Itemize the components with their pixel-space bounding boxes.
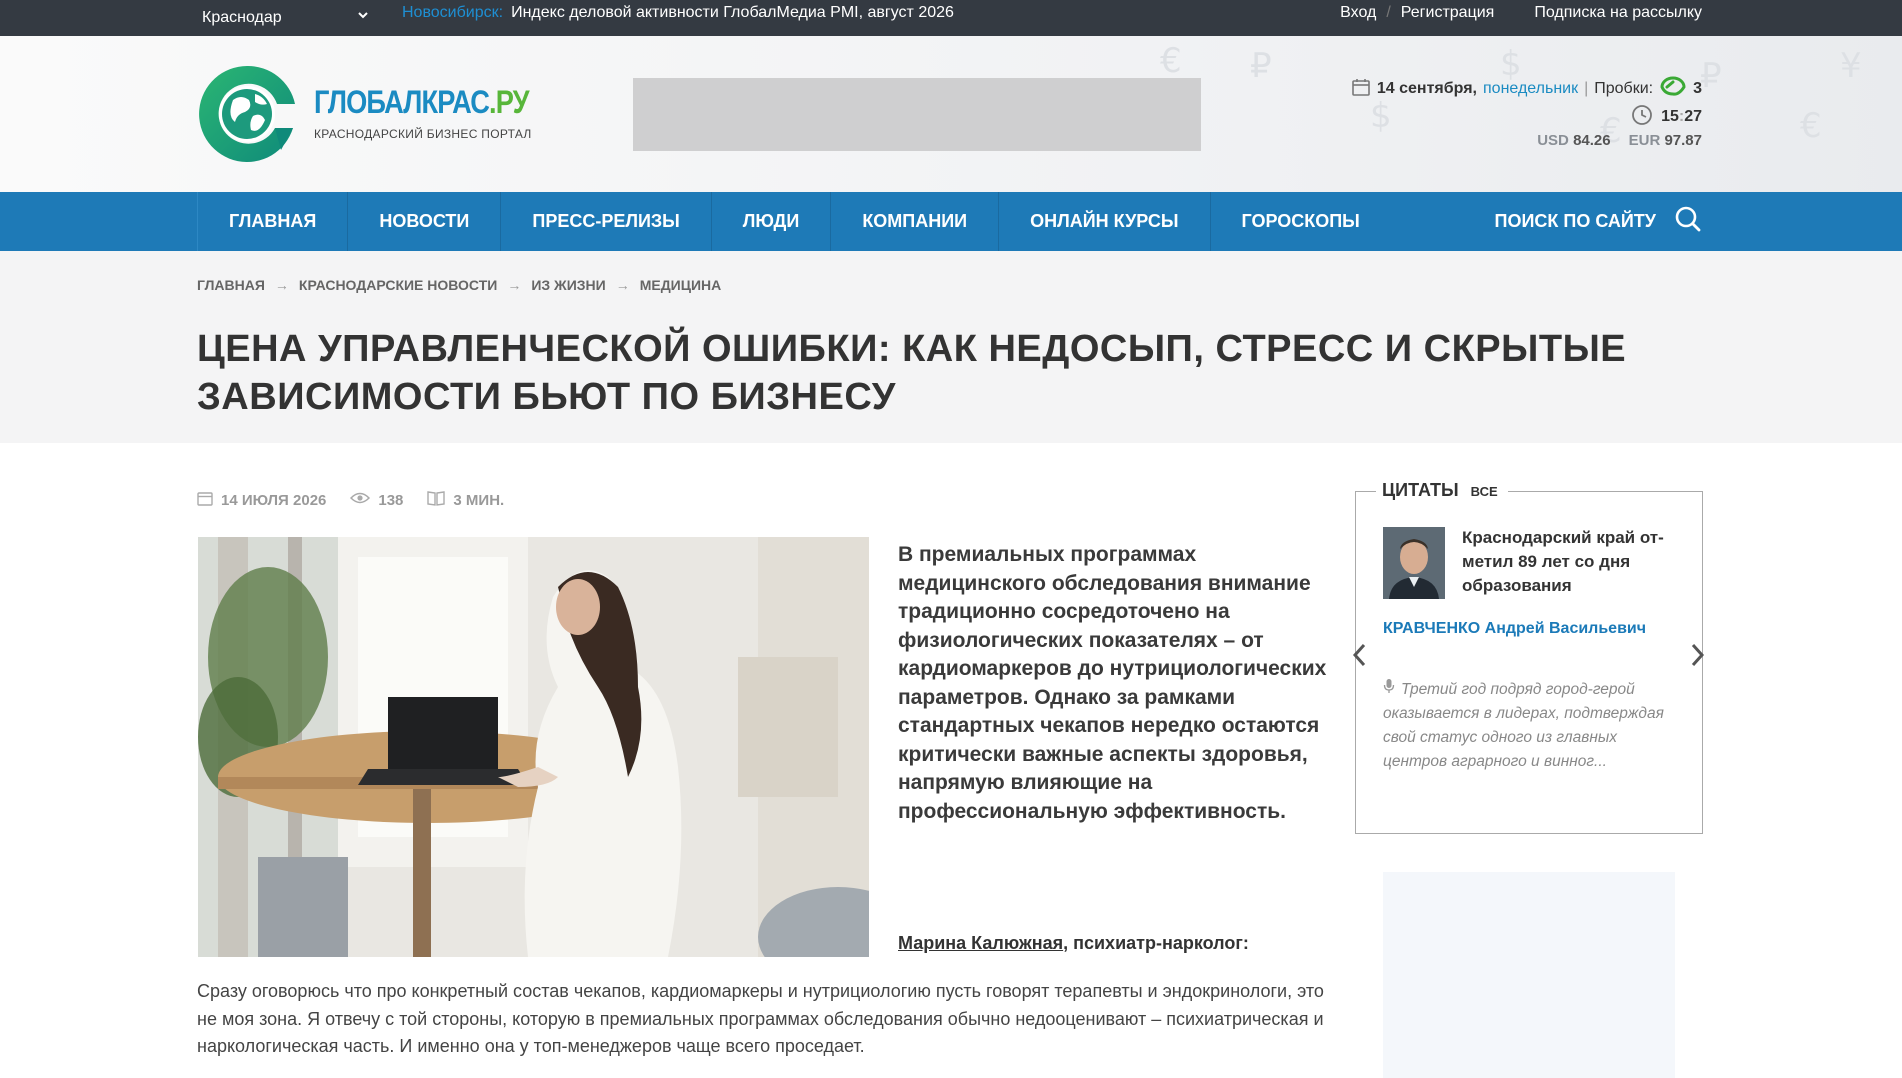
date-text: 14 ИЮЛЯ 2026 [221, 491, 327, 509]
sidebar-ad-placeholder[interactable] [1383, 872, 1675, 1078]
ticker-source: Новосибирск: [402, 4, 504, 21]
city-label: Краснодар [202, 9, 282, 26]
nav-item-news[interactable]: НОВОСТИ [347, 192, 500, 251]
search-icon [1674, 205, 1702, 238]
traffic-icon[interactable] [1659, 76, 1687, 103]
breadcrumb-medicine[interactable]: МЕДИЦИНА [640, 277, 722, 293]
logo-text[interactable]: ГЛОБАЛКРАС.РУ КРАСНОДАРСКИЙ БИЗНЕС ПОРТА… [314, 84, 567, 141]
eur-value: 97.87 [1664, 132, 1702, 149]
currency-bg-decoration: ¥ [1840, 46, 1862, 86]
city-selector[interactable]: Краснодар [202, 0, 368, 36]
quotes-all-link[interactable]: ВСЕ [1471, 484, 1498, 499]
quotes-header: ЦИТАТЫ ВСЕ [1376, 480, 1508, 501]
time-hours: 15 [1661, 108, 1679, 125]
breadcrumb-krasnodar-news[interactable]: КРАСНОДАРСКИЕ НОВОСТИ [299, 277, 497, 293]
usd-label: USD [1537, 132, 1569, 149]
day-of-week: понедельник [1483, 80, 1579, 97]
site-search-button[interactable]: ПОИСК ПО САЙТУ [1495, 192, 1702, 251]
quote-excerpt: Третий год подряд город-герой оказываетс… [1383, 678, 1678, 774]
search-label: ПОИСК ПО САЙТУ [1494, 211, 1656, 231]
currency-bg-decoration: ₽ [1700, 56, 1722, 96]
currency-bg-decoration: ₽ [1250, 46, 1272, 86]
brand-name: ГЛОБАЛКРАС.РУ [314, 84, 530, 121]
quote-excerpt-text: Третий год подряд город-герой оказываетс… [1383, 681, 1664, 770]
article-author: Марина Калюжная, психиатр-нарколог: [898, 933, 1249, 954]
quote-text[interactable]: Краснодарский край от­метил 89 лет со дн… [1462, 526, 1687, 598]
breadcrumb: ГЛАВНАЯ → КРАСНОДАРСКИЕ НОВОСТИ → ИЗ ЖИЗ… [197, 277, 721, 293]
arrow-right-icon: → [507, 277, 522, 293]
chevron-down-icon [357, 4, 369, 30]
ad-banner-placeholder[interactable] [633, 78, 1201, 151]
calendar-icon [197, 490, 213, 510]
clock-icon [1631, 104, 1653, 131]
separator: / [1386, 4, 1391, 21]
nav-item-horoscopes[interactable]: ГОРОСКОПЫ [1209, 192, 1391, 251]
time-minutes: 27 [1684, 108, 1702, 125]
arrow-right-icon: → [615, 277, 630, 293]
author-name-link[interactable]: Марина Калюжная [898, 933, 1063, 953]
breadcrumb-from-life[interactable]: ИЗ ЖИЗНИ [531, 277, 605, 293]
usd-value: 84.26 [1573, 132, 1611, 149]
usd-rate: USD 84.26 [1537, 132, 1610, 154]
currency-bg-decoration: € [1800, 106, 1822, 146]
ticker-text: Индекс деловой активности ГлобалМедиа PM… [511, 4, 954, 21]
chevron-right-icon[interactable] [1687, 640, 1707, 677]
read-time-text: 3 МИН. [453, 491, 505, 509]
article-image [198, 537, 869, 957]
nav-item-people[interactable]: ЛЮДИ [710, 192, 831, 251]
traffic-value: 3 [1693, 80, 1702, 97]
nav-item-home[interactable]: ГЛАВНАЯ [197, 192, 347, 251]
site-header: ₽ $ $ € ₽ € ¥ € ГЛОБАЛКРАС.РУ КРАСНОДАРС… [0, 36, 1902, 192]
currency-bg-decoration: € [1160, 41, 1182, 81]
site-logo[interactable] [197, 64, 297, 164]
arrow-right-icon: → [274, 277, 289, 293]
current-time: 15:27 [1661, 108, 1702, 125]
account-links: Вход / Регистрация Подписка на рассылку [1340, 0, 1702, 26]
quote-person-link[interactable]: КРАВЧЕНКО Андрей Васильевич [1383, 620, 1646, 638]
eur-rate: EUR 97.87 [1629, 132, 1702, 154]
nav-item-press-releases[interactable]: ПРЕСС-РЕЛИЗЫ [500, 192, 710, 251]
eur-label: EUR [1628, 132, 1661, 149]
article-date: 14 ИЮЛЯ 2026 [197, 490, 326, 510]
article-header: ГЛАВНАЯ → КРАСНОДАРСКИЕ НОВОСТИ → ИЗ ЖИЗ… [0, 251, 1902, 443]
breadcrumb-home[interactable]: ГЛАВНАЯ [197, 277, 265, 293]
article-read-time: 3 МИН. [427, 490, 504, 510]
main-nav: ГЛАВНАЯ НОВОСТИ ПРЕСС-РЕЛИЗЫ ЛЮДИ КОМПАН… [0, 192, 1902, 251]
globe-logo-icon [199, 65, 295, 162]
nav-item-companies[interactable]: КОМПАНИИ [830, 192, 998, 251]
news-ticker[interactable]: Новосибирск: Индекс деловой активности Гл… [402, 0, 954, 26]
subscribe-link[interactable]: Подписка на рассылку [1534, 0, 1702, 26]
eye-icon [350, 491, 371, 509]
brand-tagline: КРАСНОДАРСКИЙ БИЗНЕС ПОРТАЛ [314, 127, 532, 141]
article-body: Сразу оговорюсь что про конкретный соста… [197, 981, 1324, 1056]
article-meta: 14 ИЮЛЯ 2026 138 3 МИН. [197, 490, 504, 510]
brand-main: ГЛОБАЛКРАС [314, 84, 490, 120]
book-icon [427, 490, 446, 510]
header-info: 14 сентября, понедельник | Пробки: 3 15:… [1351, 76, 1702, 154]
microphone-icon [1383, 679, 1395, 698]
quotes-title: ЦИТАТЫ [1382, 480, 1459, 500]
login-link[interactable]: Вход [1340, 0, 1376, 26]
article-views: 138 [350, 490, 403, 510]
chevron-left-icon[interactable] [1350, 640, 1370, 677]
register-link[interactable]: Регистрация [1401, 0, 1495, 26]
nav-item-online-courses[interactable]: ОНЛАЙН КУРСЫ [998, 192, 1209, 251]
author-role: , психиатр-нарколог: [1063, 933, 1249, 953]
current-date: 14 сентября, [1376, 80, 1477, 97]
separator: | [1584, 80, 1589, 97]
page-title: ЦЕНА УПРАВЛЕНЧЕСКОЙ ОШИБКИ: КАК НЕДОСЫП,… [197, 328, 1627, 418]
quotes-widget: ЦИТАТЫ ВСЕ Краснодарский край от­метил 8… [1355, 480, 1703, 834]
article-lead: В премиальных программах медицинского об… [898, 543, 1327, 823]
views-count: 138 [378, 491, 404, 509]
traffic-label: Пробки: [1594, 80, 1654, 97]
avatar[interactable] [1383, 527, 1445, 599]
brand-suffix: .РУ [489, 84, 530, 120]
top-bar: Краснодар Новосибирск: Индекс деловой акт… [0, 0, 1902, 36]
calendar-icon [1351, 77, 1371, 102]
